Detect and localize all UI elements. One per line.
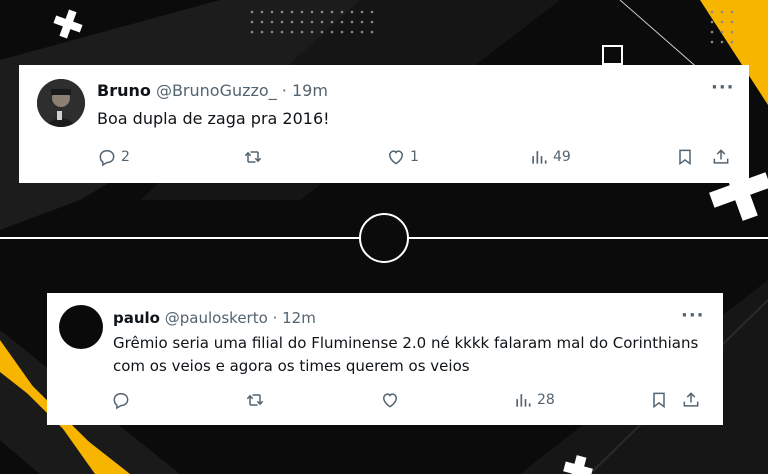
more-icon[interactable]: ···	[681, 305, 705, 326]
views-button[interactable]: 28	[513, 390, 555, 410]
share-button[interactable]	[711, 147, 731, 167]
reply-button[interactable]: 2	[97, 147, 130, 167]
avatar-image	[37, 79, 85, 127]
view-count: 49	[553, 149, 571, 165]
like-count: 1	[410, 149, 419, 165]
share-button[interactable]	[681, 390, 701, 410]
more-icon[interactable]: ···	[711, 77, 735, 98]
reply-count: 2	[121, 149, 130, 165]
tweet-card-paulo: paulo @pauloskerto · 12m ··· Grêmio seri…	[47, 293, 723, 425]
user-handle[interactable]: @pauloskerto	[165, 309, 268, 327]
tweet-card-bruno: Bruno @BrunoGuzzo_ · 19m ··· Boa dupla d…	[19, 65, 749, 183]
like-icon	[388, 150, 404, 165]
views-icon	[532, 151, 547, 164]
display-name[interactable]: paulo	[113, 309, 160, 327]
tweet-actions: 28	[47, 390, 723, 414]
like-button[interactable]: 1	[386, 147, 419, 167]
retweet-icon	[246, 394, 264, 406]
timestamp[interactable]: 19m	[292, 81, 328, 100]
share-icon	[713, 149, 729, 164]
retweet-button[interactable]	[245, 390, 269, 410]
tweet-actions: 2 1 49	[19, 147, 749, 171]
retweet-button[interactable]	[243, 147, 267, 167]
avatar[interactable]	[59, 305, 103, 349]
reply-icon	[113, 393, 129, 410]
views-button[interactable]: 49	[529, 147, 571, 167]
bookmark-icon	[653, 392, 665, 409]
bookmark-icon	[679, 149, 691, 166]
tweet-text: Boa dupla de zaga pra 2016!	[97, 109, 330, 128]
avatar[interactable]	[37, 79, 85, 127]
separator: ·	[281, 81, 287, 100]
like-button[interactable]	[380, 390, 404, 410]
reply-button[interactable]	[111, 390, 135, 410]
tweet-header: Bruno @BrunoGuzzo_ · 19m	[97, 81, 328, 100]
timestamp[interactable]: 12m	[282, 309, 316, 327]
bookmark-button[interactable]	[649, 390, 669, 410]
tweet-header: paulo @pauloskerto · 12m	[113, 309, 316, 327]
views-icon	[516, 394, 531, 407]
user-handle[interactable]: @BrunoGuzzo_	[156, 81, 277, 100]
display-name[interactable]: Bruno	[97, 81, 151, 100]
separator: ·	[272, 309, 278, 327]
share-icon	[683, 392, 699, 407]
bookmark-button[interactable]	[675, 147, 695, 167]
like-icon	[382, 393, 398, 408]
view-count: 28	[537, 392, 555, 408]
retweet-icon	[244, 151, 262, 163]
reply-icon	[99, 150, 115, 167]
tweet-text: Grêmio seria uma filial do Fluminense 2.…	[113, 334, 699, 375]
